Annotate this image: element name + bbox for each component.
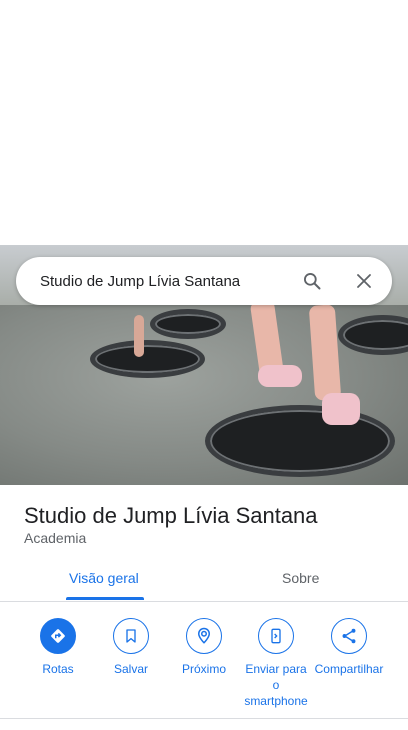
nearby-label: Próximo	[181, 662, 226, 676]
active-tab-indicator	[66, 597, 144, 600]
directions-button[interactable]: Rotas	[18, 618, 98, 677]
bookmark-icon	[113, 618, 149, 654]
share-icon	[331, 618, 367, 654]
send-to-phone-label: Enviar para o smartphone	[244, 662, 308, 708]
place-category[interactable]: Academia	[24, 530, 86, 546]
send-to-phone-icon	[258, 618, 294, 654]
place-title: Studio de Jump Lívia Santana	[24, 503, 318, 528]
directions-label: Rotas	[42, 662, 74, 676]
photo-shoe-left	[258, 365, 302, 387]
directions-icon	[40, 618, 76, 654]
search-icon[interactable]	[300, 269, 324, 293]
photo-trampoline-left	[90, 340, 205, 378]
map-blank-area	[0, 0, 408, 245]
save-button[interactable]: Salvar	[91, 618, 171, 677]
tabs-divider	[0, 601, 408, 602]
close-icon[interactable]	[352, 269, 376, 293]
photo-trampoline-back	[150, 309, 226, 339]
photo-trampoline-front	[205, 405, 395, 477]
tab-about[interactable]: Sobre	[282, 570, 319, 586]
tab-overview[interactable]: Visão geral	[69, 570, 139, 586]
nearby-button[interactable]: Próximo	[164, 618, 244, 677]
share-label: Compartilhar	[314, 662, 384, 676]
search-input[interactable]: Studio de Jump Lívia Santana	[16, 273, 300, 290]
send-to-phone-button[interactable]: Enviar para o smartphone	[236, 618, 316, 709]
share-button[interactable]: Compartilhar	[309, 618, 389, 677]
photo-shoe-right	[322, 393, 360, 425]
photo-child-leg	[134, 315, 144, 357]
save-label: Salvar	[113, 662, 148, 676]
nearby-icon	[186, 618, 222, 654]
bottom-divider	[0, 718, 408, 719]
search-bar[interactable]: Studio de Jump Lívia Santana	[16, 257, 392, 305]
